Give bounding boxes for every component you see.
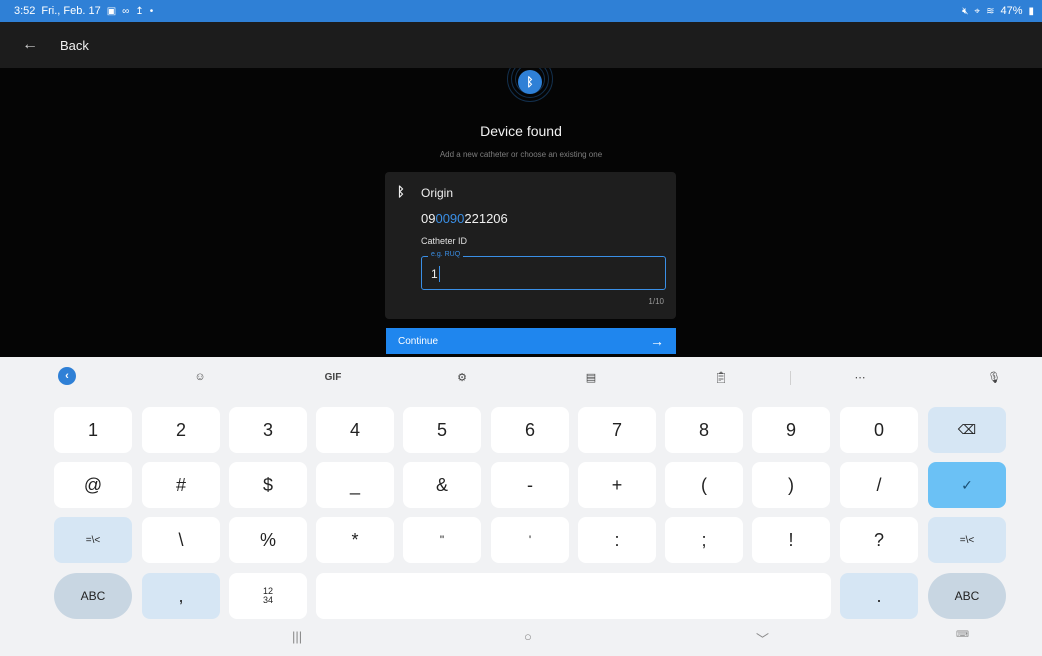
key-percent[interactable]: %	[229, 517, 307, 563]
infinity-notification-icon: ∞	[122, 5, 130, 17]
key-minus[interactable]: -	[491, 462, 569, 508]
key-exclamation[interactable]: !	[752, 517, 830, 563]
key-single-quote[interactable]: '	[491, 517, 569, 563]
battery-icon: ▮	[1028, 5, 1034, 17]
key-1[interactable]: 1	[54, 407, 132, 453]
catheter-id-field[interactable]: e.g. RUQ 1	[421, 251, 666, 290]
status-date: Fri., Feb. 17	[41, 5, 101, 17]
upload-notification-icon: ↥	[135, 5, 144, 17]
serial-suffix: 221206	[464, 211, 508, 226]
microphone-icon[interactable]: 🎙︎	[984, 367, 1004, 387]
on-screen-keyboard: ‹ ☺ GIF ⚙ ▤ 📋︎ ⋯ 🎙︎ 1 2 3 4 5 6 7 8 9 0 …	[0, 357, 1042, 656]
dot-icon: •	[149, 5, 154, 17]
key-5[interactable]: 5	[403, 407, 481, 453]
catheter-id-label: Catheter ID	[421, 236, 468, 246]
key-7[interactable]: 7	[578, 407, 656, 453]
backspace-key[interactable]: ⌫	[928, 407, 1006, 453]
key-8[interactable]: 8	[665, 407, 743, 453]
key-4[interactable]: 4	[316, 407, 394, 453]
symbol-toggle-left[interactable]: =\<	[54, 517, 132, 563]
battery-percent: 47%	[1000, 5, 1023, 17]
symbol-toggle-right[interactable]: =\<	[928, 517, 1006, 563]
key-comma[interactable]: ,	[142, 573, 220, 619]
main-content: ᛒ Device found Add a new catheter or cho…	[0, 68, 1042, 357]
settings-gear-icon[interactable]: ⚙	[452, 367, 472, 387]
key-3[interactable]: 3	[229, 407, 307, 453]
backspace-icon: ⌫	[957, 422, 977, 437]
mute-icon: 🔇︎	[962, 5, 969, 17]
key-plus[interactable]: +	[578, 462, 656, 508]
key-asterisk[interactable]: *	[316, 517, 394, 563]
num-toggle-bottom: 34	[262, 595, 273, 605]
system-nav-bar: ||| ○ ﹀ ⌨	[0, 622, 1042, 656]
device-card: ᛒ Origin 090090221206 Catheter ID e.g. R…	[385, 172, 676, 319]
bluetooth-icon: ᛒ	[518, 70, 542, 94]
keyboard-switch-icon[interactable]: ⌨	[956, 629, 969, 640]
clipboard-icon[interactable]: 📋︎	[711, 367, 731, 387]
key-double-quote[interactable]: "	[403, 517, 481, 563]
app-bar: ← Back	[0, 22, 1042, 68]
keyboard-toolbar: ‹ ☺ GIF ⚙ ▤ 📋︎ ⋯ 🎙︎	[0, 357, 1042, 397]
device-name: Origin	[421, 186, 454, 200]
back-arrow-icon[interactable]: ←	[0, 36, 60, 54]
key-period[interactable]: .	[840, 573, 918, 619]
gif-button[interactable]: GIF	[318, 367, 348, 387]
char-counter: 1/10	[648, 297, 664, 306]
serial-highlight: 0090	[435, 211, 465, 226]
hide-keyboard-icon[interactable]: ﹀	[756, 629, 769, 648]
image-notification-icon: ▣	[106, 5, 117, 17]
wifi-signal-icon: ≋	[986, 5, 995, 17]
field-value: 1	[431, 267, 438, 281]
key-semicolon[interactable]: ;	[665, 517, 743, 563]
key-hash[interactable]: #	[142, 462, 220, 508]
key-slash[interactable]: /	[840, 462, 918, 508]
checkmark-icon: ✓	[961, 476, 973, 493]
more-options-icon[interactable]: ⋯	[850, 367, 870, 387]
key-6[interactable]: 6	[491, 407, 569, 453]
device-serial: 090090221206	[421, 211, 508, 226]
status-bar: 3:52 Fri., Feb. 17 ▣ ∞ ↥ • 🔇︎ ⌖ ≋ 47% ▮	[0, 0, 1042, 22]
page-subtitle: Add a new catheter or choose an existing…	[439, 150, 603, 159]
arrow-right-icon: →	[650, 333, 664, 349]
serial-prefix: 09	[421, 211, 436, 226]
continue-label: Continue	[398, 335, 439, 347]
key-question[interactable]: ?	[840, 517, 918, 563]
location-icon: ⌖	[974, 5, 981, 17]
key-ampersand[interactable]: &	[403, 462, 481, 508]
toolbar-divider	[790, 371, 791, 385]
collapse-toolbar-icon[interactable]: ‹	[58, 367, 76, 385]
field-placeholder: e.g. RUQ	[428, 251, 464, 258]
key-colon[interactable]: :	[578, 517, 656, 563]
continue-button[interactable]: Continue →	[386, 328, 676, 354]
abc-key-right[interactable]: ABC	[928, 573, 1006, 619]
status-time: 3:52	[14, 5, 36, 17]
page-title: Device found	[480, 123, 562, 139]
number-toggle-key[interactable]: 12 34	[229, 573, 307, 619]
bluetooth-icon: ᛒ	[397, 184, 405, 199]
recent-apps-icon[interactable]: |||	[292, 629, 302, 644]
key-open-paren[interactable]: (	[665, 462, 743, 508]
key-2[interactable]: 2	[142, 407, 220, 453]
home-icon[interactable]: ○	[524, 629, 532, 644]
sticker-icon[interactable]: ☺	[190, 367, 210, 387]
key-underscore[interactable]: _	[316, 462, 394, 508]
back-button[interactable]: Back	[60, 38, 89, 53]
key-at[interactable]: @	[54, 462, 132, 508]
key-0[interactable]: 0	[840, 407, 918, 453]
keyboard-layout-icon[interactable]: ▤	[581, 367, 601, 387]
key-backslash[interactable]: \	[142, 517, 220, 563]
space-key[interactable]	[316, 573, 831, 619]
key-9[interactable]: 9	[752, 407, 830, 453]
done-key[interactable]: ✓	[928, 462, 1006, 508]
abc-key-left[interactable]: ABC	[54, 573, 132, 619]
key-dollar[interactable]: $	[229, 462, 307, 508]
text-caret	[439, 266, 440, 282]
key-close-paren[interactable]: )	[752, 462, 830, 508]
